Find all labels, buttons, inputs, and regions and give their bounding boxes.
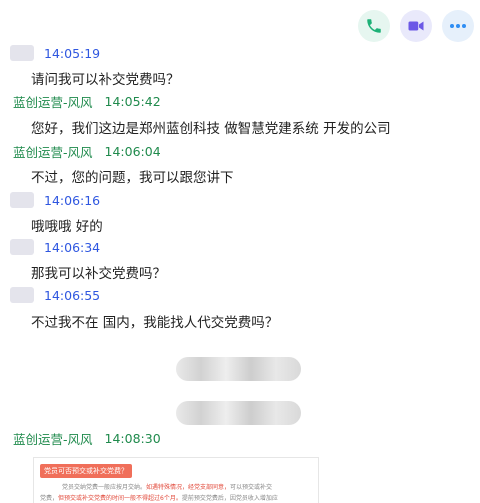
- blurred-notice: [176, 401, 301, 425]
- sender-name[interactable]: 蓝创运营-风风: [13, 429, 93, 448]
- message-text: 哦哦哦 好的: [31, 219, 103, 235]
- message-header: 蓝创运营-风风 14:08:30: [0, 428, 161, 448]
- message-header: 14:05:19: [0, 43, 100, 63]
- message-time: 14:06:34: [44, 239, 101, 255]
- avatar[interactable]: [10, 45, 34, 61]
- avatar[interactable]: [10, 287, 34, 303]
- video-icon: [408, 21, 424, 31]
- voice-call-button[interactable]: [358, 10, 390, 42]
- chat-toolbar: [358, 10, 474, 42]
- message-header: 14:06:55: [0, 285, 100, 305]
- message-header: 14:06:34: [0, 237, 100, 257]
- message-time: 14:08:30: [104, 430, 161, 446]
- message-text: 不过我不在 国内，我能找人代交党费吗？: [31, 315, 279, 331]
- message-header: 14:06:16: [0, 190, 100, 210]
- sender-name[interactable]: 蓝创运营-风风: [13, 92, 93, 111]
- message-text: 请问我可以补交党费吗？: [31, 72, 180, 88]
- avatar[interactable]: [10, 239, 34, 255]
- message-text: 不过，您的问题，我可以跟您讲下: [31, 170, 234, 186]
- message-text: 那我可以补交党费吗？: [31, 266, 166, 282]
- message-header: 蓝创运营-风风 14:06:04: [0, 141, 161, 161]
- sender-name[interactable]: 蓝创运营-风风: [13, 142, 93, 161]
- message-time: 14:05:42: [104, 93, 161, 109]
- message-text: 您好，我们这边是郑州蓝创科技 做智慧党建系统 开发的公司: [31, 121, 391, 137]
- message-header: 蓝创运营-风风 14:05:42: [0, 91, 161, 111]
- video-call-button[interactable]: [400, 10, 432, 42]
- more-icon: [450, 24, 466, 28]
- card-text-line: 党员交纳党费一般应按月交纳。如遇特殊情况，经党支部同意，可以预交或补交: [62, 484, 273, 491]
- message-time: 14:06:16: [44, 192, 101, 208]
- more-options-button[interactable]: [442, 10, 474, 42]
- shared-article-card[interactable]: 党员可否预交或补交党费？ 党员交纳党费一般应按月交纳。如遇特殊情况，经党支部同意…: [33, 457, 319, 503]
- phone-icon: [367, 19, 381, 33]
- message-time: 14:05:19: [44, 45, 101, 61]
- card-text-line: 党费，但预交或补交党费的时间一般不得超过6个月。提前预交党费后，因党员收入增加应: [40, 495, 278, 502]
- card-title: 党员可否预交或补交党费？: [40, 464, 132, 478]
- message-time: 14:06:55: [44, 287, 101, 303]
- message-time: 14:06:04: [104, 143, 161, 159]
- blurred-notice: [176, 357, 301, 381]
- avatar[interactable]: [10, 192, 34, 208]
